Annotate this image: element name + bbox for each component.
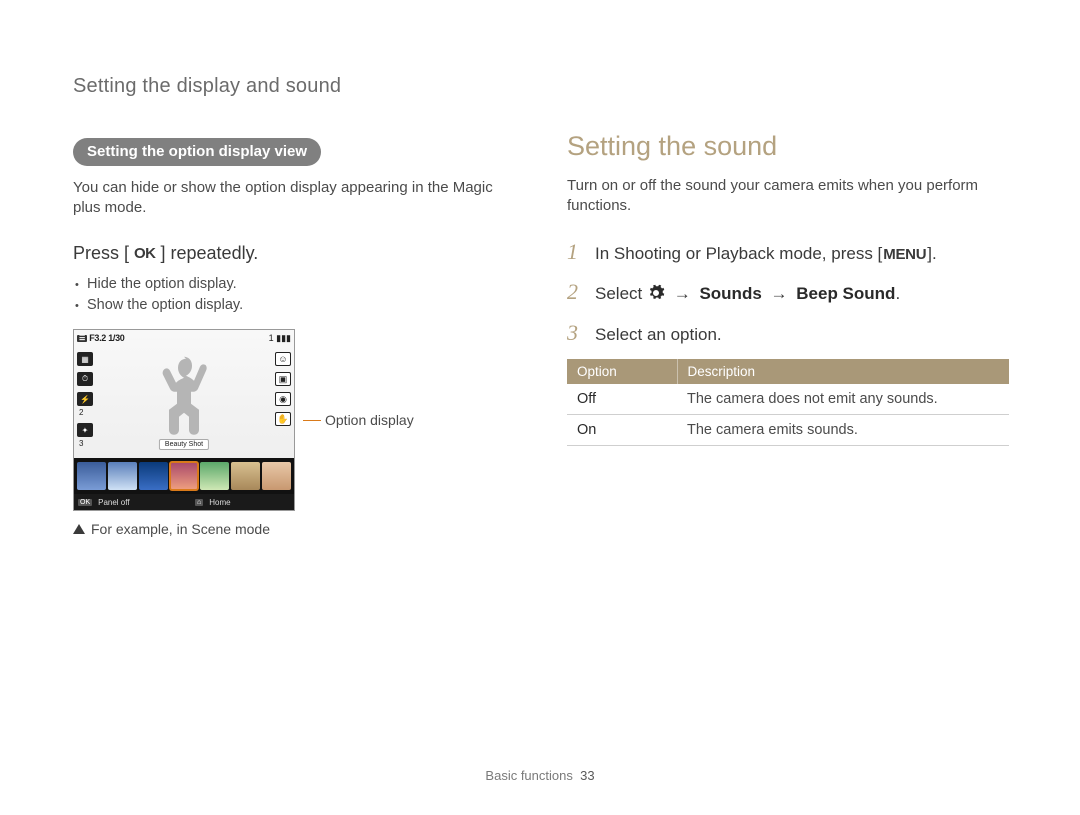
- step-bold: Sounds: [699, 284, 761, 303]
- camera-lcd-mock: ☰ F3.2 1/30 1 ▮▮▮ ▦ ⏱ ⚡ 2 ✦ 3 ☺ ▣: [73, 329, 295, 511]
- lcd-right-icons: ☺ ▣ ◉ ✋: [275, 352, 291, 426]
- footer-section: Basic functions: [485, 768, 572, 783]
- lcd-bottom-bar: OK Panel off ⌂ Home: [74, 494, 294, 510]
- press-suffix: ] repeatedly.: [161, 243, 259, 264]
- callout-text: Option display: [325, 412, 414, 428]
- option-cell: Off: [567, 384, 677, 415]
- step-text: In Shooting or Playback mode, press [: [595, 244, 882, 263]
- intro-text: You can hide or show the option display …: [73, 178, 515, 219]
- thumbnail: [108, 462, 137, 490]
- breadcrumb: Setting the display and sound: [73, 75, 515, 98]
- flash-icon: ⚡: [77, 392, 93, 406]
- table-head-option: Option: [567, 359, 677, 384]
- grid-icon: ▦: [77, 352, 93, 366]
- lcd-battery: 1 ▮▮▮: [269, 333, 291, 344]
- option-strip: [74, 458, 294, 494]
- description-cell: The camera does not emit any sounds.: [677, 384, 1009, 415]
- step-text: Select: [595, 284, 647, 303]
- metering-icon: ◉: [275, 392, 291, 406]
- gear-icon: [647, 284, 665, 302]
- press-prefix: Press [: [73, 243, 129, 264]
- step-number: 2: [567, 277, 583, 308]
- panel-off-label: Panel off: [98, 498, 129, 507]
- instruction-press: Press [ OK ] repeatedly.: [73, 243, 515, 264]
- lcd-left-icons: ▦ ⏱ ⚡ 2 ✦ 3: [77, 352, 93, 448]
- exposure-value: 3: [77, 439, 93, 448]
- step-number: 1: [567, 237, 583, 268]
- step-3: 3 Select an option.: [567, 318, 1009, 349]
- section-intro: Turn on or off the sound your camera emi…: [567, 176, 1009, 217]
- table-head-description: Description: [677, 359, 1009, 384]
- mode-label: Beauty Shot: [159, 439, 209, 450]
- thumbnail: [231, 462, 260, 490]
- home-label: Home: [209, 498, 230, 507]
- thumbnail: [200, 462, 229, 490]
- option-cell: On: [567, 414, 677, 445]
- step-text: Select an option.: [595, 323, 722, 347]
- footnote-text: For example, in Scene mode: [91, 521, 270, 537]
- menu-icon: MENU: [882, 244, 927, 265]
- table-row: On The camera emits sounds.: [567, 414, 1009, 445]
- step-number: 3: [567, 318, 583, 349]
- steps-list: 1 In Shooting or Playback mode, press [M…: [567, 237, 1009, 349]
- thumbnail: [77, 462, 106, 490]
- step-bold: Beep Sound: [796, 284, 895, 303]
- description-cell: The camera emits sounds.: [677, 414, 1009, 445]
- list-item: Hide the option display.: [73, 274, 515, 296]
- callout-line: [303, 420, 321, 421]
- timer-icon: ⏱: [77, 372, 93, 386]
- triangle-up-icon: [73, 524, 85, 534]
- lcd-status: ☰ F3.2 1/30: [77, 333, 125, 343]
- ok-icon: OK: [133, 245, 157, 262]
- step-text: ].: [927, 244, 936, 263]
- subsection-pill: Setting the option display view: [73, 138, 321, 166]
- table-row: Off The camera does not emit any sounds.: [567, 384, 1009, 415]
- step-2: 2 Select → Sounds → Beep Sound.: [567, 277, 1009, 308]
- section-title: Setting the sound: [567, 131, 1009, 162]
- home-key-icon: ⌂: [195, 499, 203, 506]
- callout: Option display: [303, 412, 414, 428]
- list-item: Show the option display.: [73, 295, 515, 317]
- bullet-list: Hide the option display. Show the option…: [73, 274, 515, 318]
- face-icon: ☺: [275, 352, 291, 366]
- page-number: 33: [580, 768, 594, 783]
- options-table: Option Description Off The camera does n…: [567, 359, 1009, 446]
- arrow-icon: →: [670, 284, 695, 303]
- stabilizer-icon: ✋: [275, 412, 291, 426]
- focus-icon: ▣: [275, 372, 291, 386]
- step-1: 1 In Shooting or Playback mode, press [M…: [567, 237, 1009, 268]
- thumbnail-selected: [170, 462, 199, 490]
- thumbnail: [139, 462, 168, 490]
- exposure-icon: ✦: [77, 423, 93, 437]
- flash-value: 2: [77, 408, 93, 417]
- step-text: .: [895, 284, 900, 303]
- page-footer: Basic functions 33: [0, 768, 1080, 783]
- footnote: For example, in Scene mode: [73, 521, 515, 537]
- thumbnail: [262, 462, 291, 490]
- subject-silhouette: [153, 351, 215, 445]
- ok-key-icon: OK: [78, 499, 92, 506]
- arrow-icon: →: [767, 284, 792, 303]
